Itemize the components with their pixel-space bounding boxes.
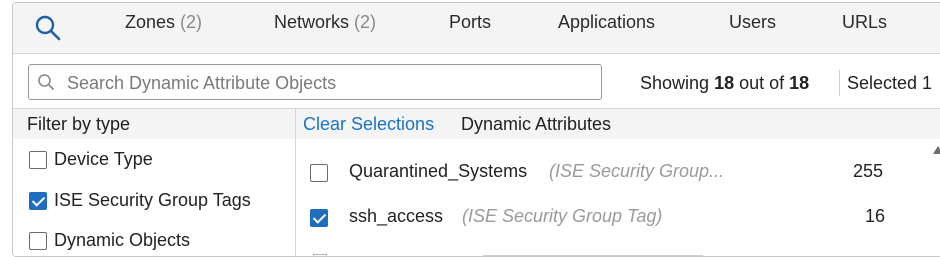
list-heading: Dynamic Attributes bbox=[461, 114, 612, 134]
device-type-checkbox[interactable] bbox=[29, 151, 47, 169]
row-type: (ISE Security Group... bbox=[549, 161, 725, 181]
search-icon[interactable] bbox=[33, 13, 63, 43]
search-input[interactable] bbox=[65, 65, 589, 101]
tab-count: (2) bbox=[354, 12, 377, 32]
filter-label-dynamic-objects: Dynamic Objects bbox=[54, 230, 191, 250]
scroll-up-arrow-icon[interactable] bbox=[933, 146, 940, 154]
row-name: ssh_access bbox=[349, 206, 444, 226]
tab-label: URLs bbox=[842, 12, 888, 32]
row-count: 255 bbox=[853, 161, 884, 181]
tab-networks[interactable]: Networks (2) bbox=[274, 12, 376, 33]
tab-applications[interactable]: Applications bbox=[558, 12, 655, 33]
filter-heading: Filter by type bbox=[27, 114, 131, 134]
list-header: Clear Selections Dynamic Attributes bbox=[296, 108, 940, 139]
tab-label: Ports bbox=[449, 12, 492, 32]
filter-column: Filter by type Device Type ISE Security … bbox=[13, 108, 296, 256]
filter-label-device-type: Device Type bbox=[54, 149, 153, 169]
tab-label: Zones bbox=[125, 12, 176, 32]
search-icon bbox=[37, 73, 55, 96]
condition-tab-strip: Zones (2) Networks (2) Ports Application… bbox=[13, 3, 940, 54]
results-count: Showing 18 out of 18 bbox=[640, 73, 809, 94]
ise-security-group-tags-checkbox[interactable] bbox=[29, 192, 47, 210]
row-type: (ISE Security Group Tag) bbox=[462, 206, 663, 226]
row-count: 16 bbox=[865, 206, 886, 226]
tab-count: (2) bbox=[180, 12, 203, 32]
showing-shown: 18 bbox=[714, 73, 735, 93]
dynamic-objects-checkbox[interactable] bbox=[29, 232, 47, 250]
tab-label: Applications bbox=[558, 12, 656, 32]
rule-conditions-panel: Zones (2) Networks (2) Ports Application… bbox=[12, 2, 940, 257]
selected-count: Selected 1 bbox=[847, 73, 933, 93]
tab-zones[interactable]: Zones (2) bbox=[125, 12, 202, 33]
tab-urls[interactable]: URLs bbox=[842, 12, 887, 33]
filter-header: Filter by type bbox=[13, 108, 295, 139]
row-name: Quarantined_Systems bbox=[349, 161, 528, 181]
tab-users[interactable]: Users bbox=[729, 12, 776, 33]
row-checkbox-ssh-access[interactable] bbox=[310, 209, 328, 227]
showing-total: 18 bbox=[789, 73, 810, 93]
clear-selections-link[interactable]: Clear Selections bbox=[303, 114, 434, 135]
search-field[interactable] bbox=[28, 64, 602, 101]
row-checkbox-quarantined-systems[interactable] bbox=[310, 164, 328, 182]
divider bbox=[839, 70, 840, 96]
showing-middle: out of bbox=[739, 73, 785, 93]
showing-prefix: Showing bbox=[640, 73, 710, 93]
tab-label: Users bbox=[729, 12, 777, 32]
tab-label: Networks bbox=[274, 12, 350, 32]
filter-label-ise-tags: ISE Security Group Tags bbox=[54, 190, 251, 210]
tab-ports[interactable]: Ports bbox=[449, 12, 491, 33]
